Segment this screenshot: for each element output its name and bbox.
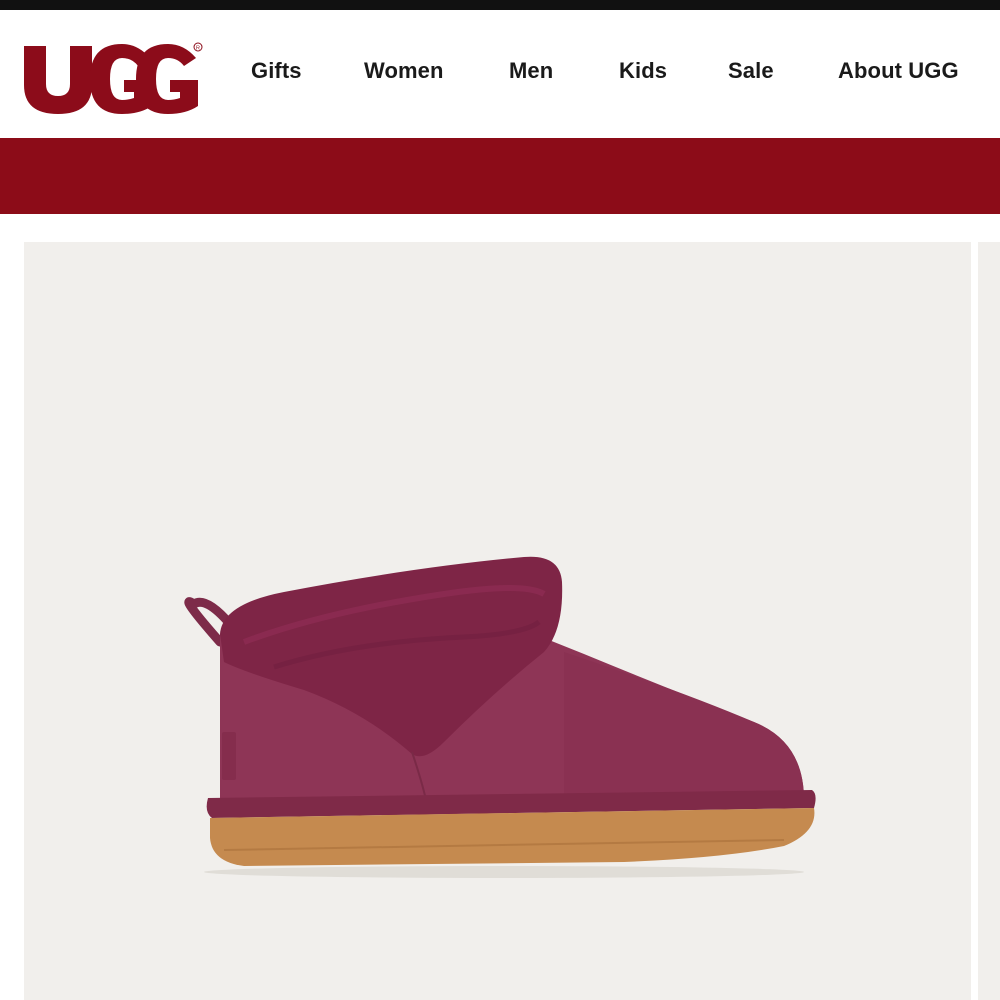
ugg-logo[interactable]: R xyxy=(18,28,203,118)
nav-kids[interactable]: Kids xyxy=(619,58,667,84)
nav-men[interactable]: Men xyxy=(509,58,553,84)
svg-text:R: R xyxy=(196,46,200,52)
nav-women[interactable]: Women xyxy=(364,58,444,84)
promo-banner[interactable] xyxy=(0,138,1000,214)
site-header: R Gifts Women Men Kids Sale About UGG xyxy=(0,10,1000,138)
nav-sale[interactable]: Sale xyxy=(728,58,774,84)
top-bar xyxy=(0,0,1000,10)
nav-about-ugg[interactable]: About UGG xyxy=(838,58,959,84)
product-card[interactable] xyxy=(24,242,971,1000)
nav-gifts[interactable]: Gifts xyxy=(251,58,302,84)
boot-image xyxy=(24,242,971,1000)
next-product-card[interactable] xyxy=(978,242,1000,1000)
